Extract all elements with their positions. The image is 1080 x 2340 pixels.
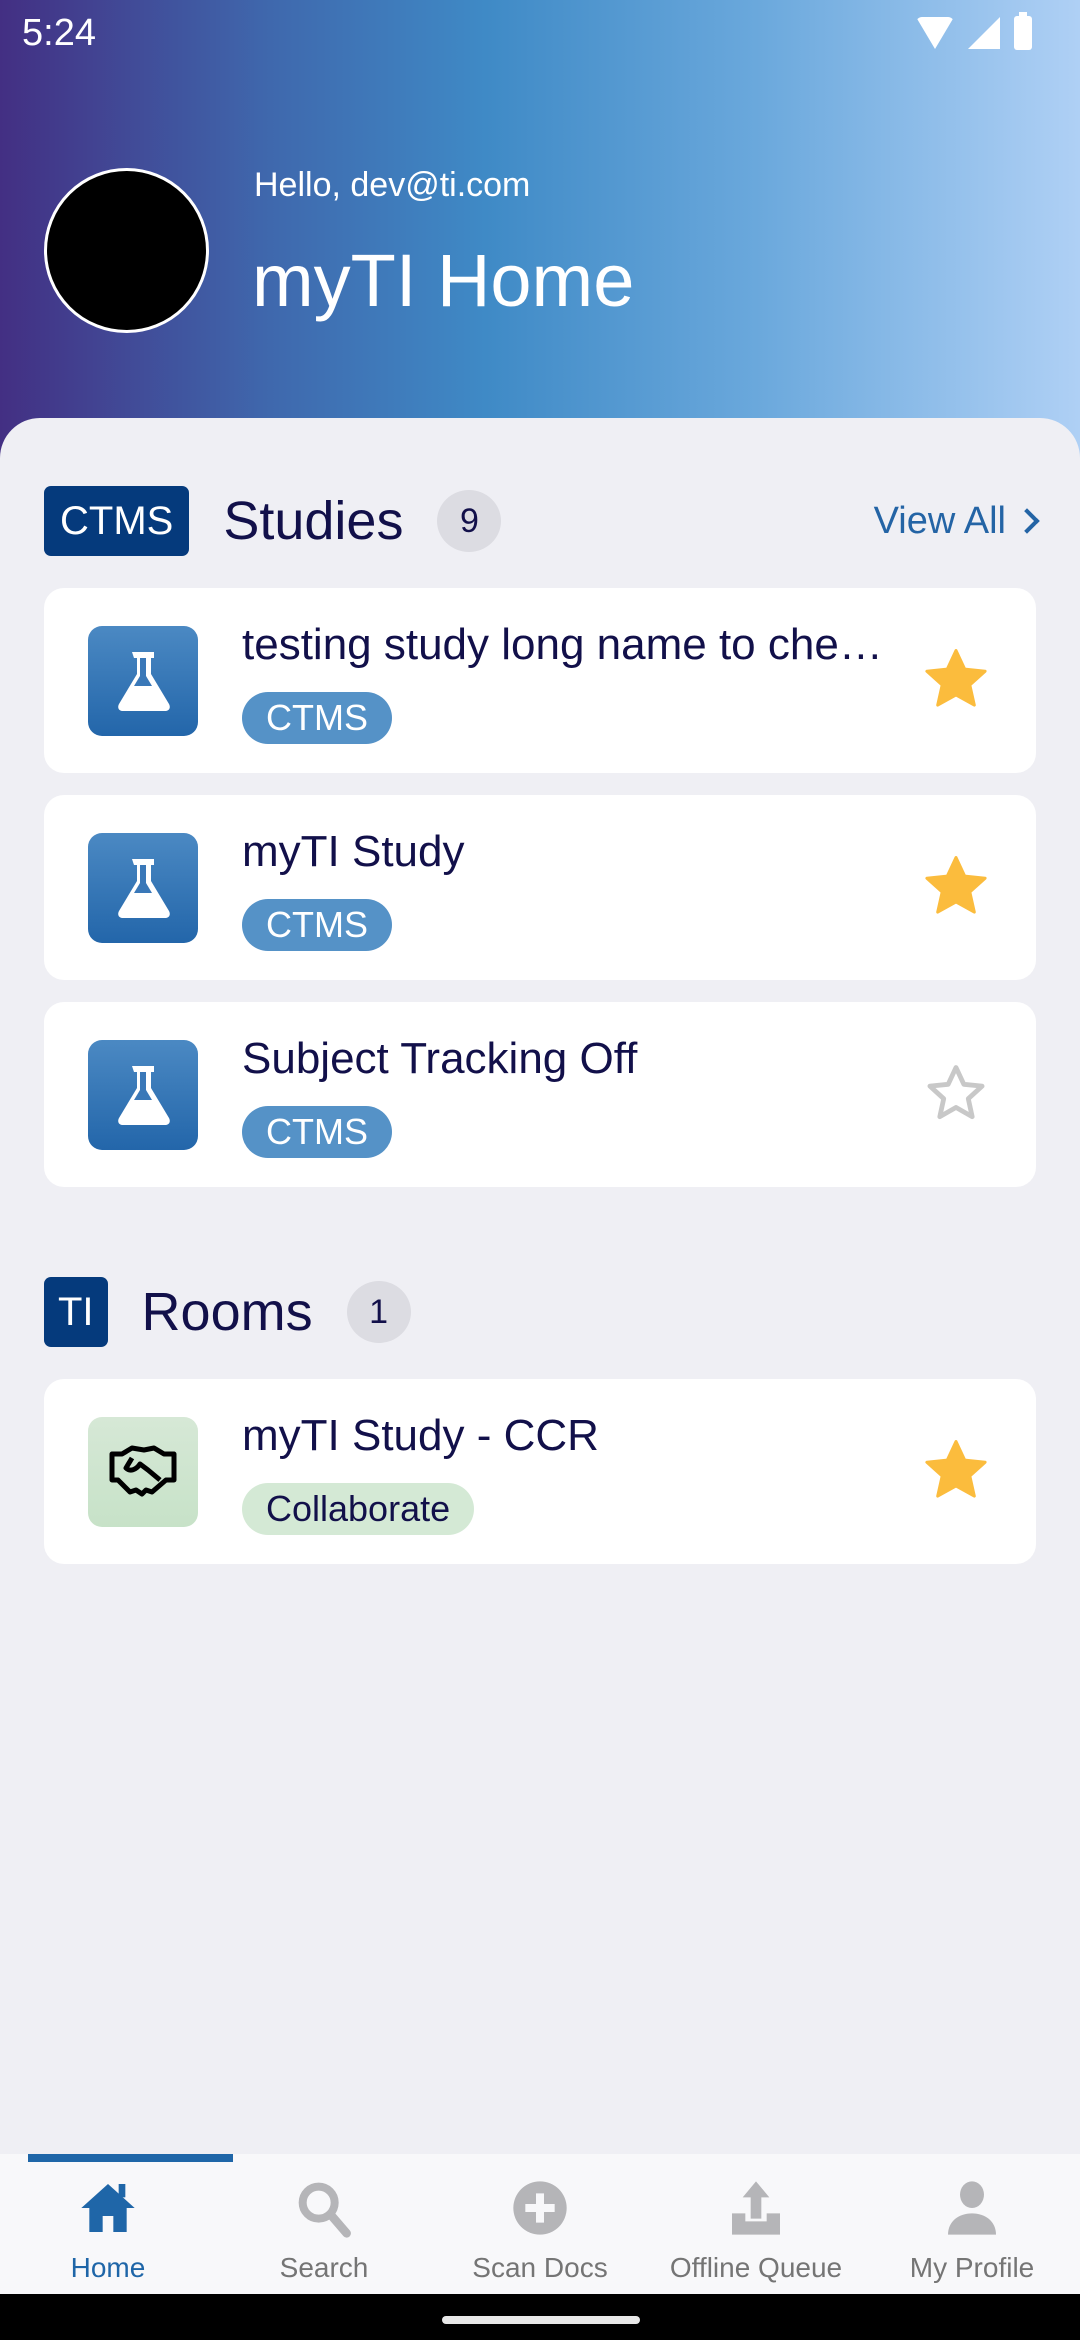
star-filled-icon[interactable] <box>920 643 992 715</box>
bottom-nav: Home Search Scan Docs Offline Queue My P… <box>0 2154 1080 2294</box>
flask-icon <box>88 1040 198 1150</box>
greeting-text: Hello, dev@ti.com <box>254 166 531 204</box>
nav-my-profile[interactable]: My Profile <box>864 2154 1080 2294</box>
rooms-title: Rooms <box>141 1282 313 1342</box>
status-time: 5:24 <box>22 12 96 54</box>
avatar[interactable] <box>44 168 209 333</box>
nav-my-profile-label: My Profile <box>909 2252 1035 2283</box>
rooms-section-header: TI Rooms 1 <box>44 1276 1036 1348</box>
rooms-count-badge: 1 <box>346 1281 411 1343</box>
status-bar: 5:24 <box>0 0 1080 68</box>
flask-icon <box>88 833 198 943</box>
search-icon <box>298 2182 351 2238</box>
study-tag: CTMS <box>242 899 392 951</box>
wifi-icon <box>916 17 954 49</box>
nav-scan-docs-label: Scan Docs <box>472 2252 608 2283</box>
study-tag: CTMS <box>242 1106 392 1158</box>
view-all-button[interactable]: View All <box>873 499 1040 543</box>
nav-offline-queue[interactable]: Offline Queue <box>648 2154 864 2294</box>
page-title: myTI Home <box>252 239 635 322</box>
study-name: myTI Study <box>242 827 465 876</box>
nav-search-label: Search <box>279 2252 369 2283</box>
nav-offline-queue-label: Offline Queue <box>669 2252 843 2283</box>
studies-title: Studies <box>223 491 404 551</box>
study-card[interactable]: myTI Study CTMS <box>44 795 1036 980</box>
status-icons <box>916 12 1032 50</box>
ctms-tag: CTMS <box>44 486 190 556</box>
room-name: myTI Study - CCR <box>242 1411 599 1460</box>
study-name: testing study long name to che… <box>242 620 883 669</box>
active-tab-indicator <box>28 2154 233 2162</box>
battery-icon <box>1014 12 1032 50</box>
ti-tag: TI <box>44 1277 108 1347</box>
chevron-right-icon <box>1014 508 1040 534</box>
room-tag: Collaborate <box>242 1483 475 1535</box>
system-gesture-bar <box>0 2294 1080 2340</box>
study-card[interactable]: testing study long name to che… CTMS <box>44 588 1036 773</box>
studies-count-badge: 9 <box>437 490 502 552</box>
study-tag: CTMS <box>242 692 392 744</box>
home-icon <box>81 2184 135 2232</box>
nav-home-label: Home <box>70 2252 146 2283</box>
header-banner: 5:24 Hello, dev@ti.com myTI Home <box>0 0 1080 470</box>
study-card[interactable]: Subject Tracking Off CTMS <box>44 1002 1036 1187</box>
study-name: Subject Tracking Off <box>242 1034 638 1083</box>
nav-home[interactable]: Home <box>0 2154 216 2294</box>
star-outline-icon[interactable] <box>920 1057 992 1129</box>
view-all-label: View All <box>873 499 1006 542</box>
cell-signal-icon <box>968 17 1000 49</box>
nav-scan-docs[interactable]: Scan Docs <box>432 2154 648 2294</box>
flask-icon <box>88 626 198 736</box>
add-circle-icon <box>513 2181 567 2235</box>
person-icon <box>948 2181 996 2235</box>
upload-tray-icon <box>732 2181 780 2235</box>
star-filled-icon[interactable] <box>920 850 992 922</box>
nav-search[interactable]: Search <box>216 2154 432 2294</box>
room-card[interactable]: myTI Study - CCR Collaborate <box>44 1379 1036 1564</box>
home-gesture-handle[interactable] <box>442 2316 640 2324</box>
star-filled-icon[interactable] <box>920 1434 992 1506</box>
handshake-icon <box>88 1417 198 1527</box>
studies-section-header: CTMS Studies 9 View All <box>44 485 1040 557</box>
home-content: CTMS Studies 9 View All testing study lo… <box>0 418 1080 2154</box>
